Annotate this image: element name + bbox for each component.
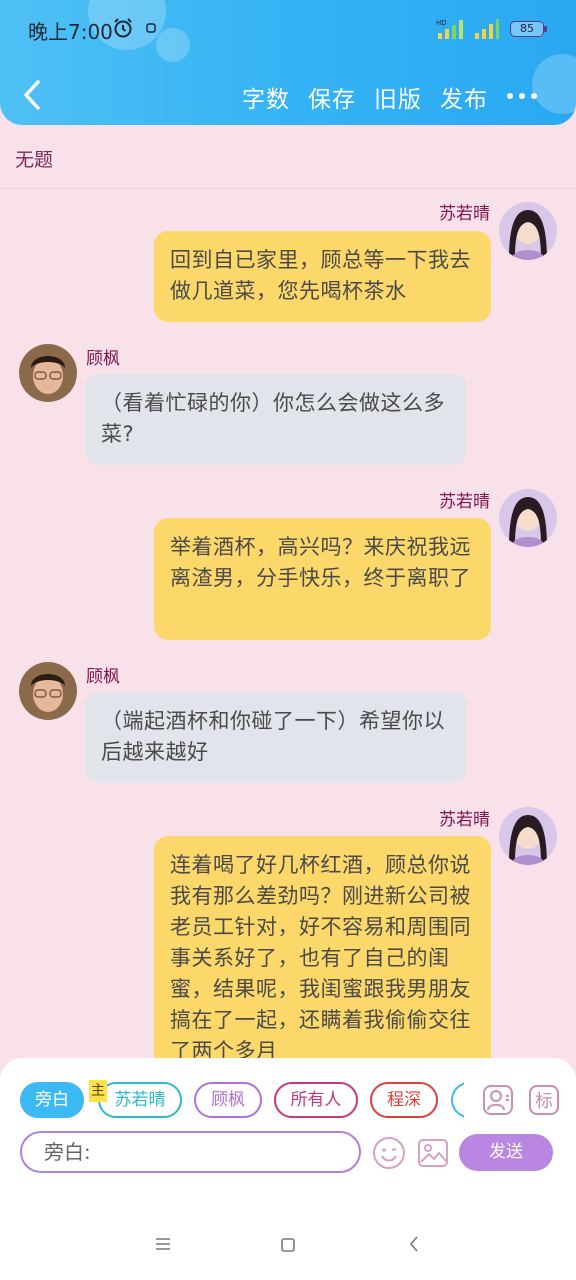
- avatar[interactable]: [19, 662, 77, 720]
- decoration-bubble: [532, 54, 576, 114]
- avatar[interactable]: [19, 344, 77, 402]
- old-version-button[interactable]: 旧版: [374, 80, 422, 114]
- more-icon[interactable]: [506, 92, 538, 100]
- message-bubble[interactable]: 举着酒杯，高兴吗？来庆祝我远离渣男，分手快乐，终于离职了: [154, 518, 491, 640]
- speaker-name: 顾枫: [86, 349, 120, 369]
- svg-text:标: 标: [535, 1091, 553, 1112]
- emoji-icon[interactable]: [372, 1136, 406, 1170]
- avatar[interactable]: [499, 202, 557, 260]
- main-character-tag: 主: [89, 1080, 107, 1102]
- notification-icon: [146, 23, 156, 33]
- nav-back-icon[interactable]: [408, 1236, 420, 1252]
- message-bubble[interactable]: 连着喝了好几杯红酒，顾总你说我有那么差劲吗？刚进新公司被老员工针对，好不容易和周…: [154, 836, 491, 1060]
- person-icon[interactable]: [482, 1084, 514, 1116]
- status-bar: 晚上7:00 HD 85: [0, 0, 576, 58]
- speaker-name: 苏若晴: [439, 810, 490, 830]
- signal-icon: HD: [436, 19, 463, 39]
- battery-icon: 85: [510, 21, 544, 37]
- speaker-chip-cheng-shen[interactable]: 程深: [370, 1082, 438, 1118]
- svg-text:HD: HD: [436, 19, 447, 27]
- back-icon[interactable]: [18, 78, 46, 112]
- avatar[interactable]: [499, 489, 557, 547]
- status-time: 晚上7:00: [28, 20, 113, 44]
- speaker-name: 顾枫: [86, 667, 120, 687]
- speaker-chip-su-ruoqing[interactable]: 苏若晴: [98, 1082, 182, 1118]
- message-bubble[interactable]: （看着忙碌的你）你怎么会做这么多菜?: [85, 374, 467, 465]
- publish-button[interactable]: 发布: [440, 80, 488, 114]
- speaker-chip-gu-feng[interactable]: 顾枫: [194, 1082, 262, 1118]
- title-bar: 无题: [0, 125, 576, 189]
- toolbar: 字数 保存 旧版 发布: [242, 80, 488, 114]
- speaker-chip-more[interactable]: [451, 1082, 464, 1118]
- message-bubble[interactable]: （端起酒杯和你碰了一下）希望你以后越来越好: [85, 692, 467, 783]
- speaker-chips: 旁白 苏若晴 顾枫 所有人 程深: [20, 1081, 464, 1121]
- app-header: 晚上7:00 HD 85 字数 保存 旧版 发布: [0, 0, 576, 125]
- message-input[interactable]: 旁白:: [20, 1131, 361, 1173]
- save-button[interactable]: 保存: [308, 80, 356, 114]
- story-title[interactable]: 无题: [15, 145, 53, 172]
- signal-icon: [475, 19, 499, 39]
- word-count-button[interactable]: 字数: [242, 80, 290, 114]
- nav-menu-icon[interactable]: [155, 1237, 171, 1251]
- message-bubble[interactable]: 回到自已家里，顾总等一下我去做几道菜，您先喝杯茶水: [154, 231, 491, 322]
- system-nav-bar: [0, 1210, 576, 1280]
- send-button[interactable]: 发送: [459, 1134, 553, 1171]
- speaker-name: 苏若晴: [439, 204, 490, 224]
- battery-cap: [544, 26, 547, 32]
- tag-icon[interactable]: 标: [528, 1084, 560, 1116]
- image-icon[interactable]: [417, 1137, 449, 1169]
- chat-area[interactable]: 苏若晴 回到自已家里，顾总等一下我去做几道菜，您先喝杯茶水 顾枫 （看着忙碌的你…: [0, 190, 576, 1060]
- speaker-chip-narration[interactable]: 旁白: [20, 1082, 84, 1118]
- speaker-name: 苏若晴: [439, 492, 490, 512]
- avatar[interactable]: [499, 807, 557, 865]
- alarm-icon: [114, 18, 132, 38]
- nav-home-icon[interactable]: [281, 1238, 295, 1252]
- speaker-chip-everyone[interactable]: 所有人: [274, 1082, 358, 1118]
